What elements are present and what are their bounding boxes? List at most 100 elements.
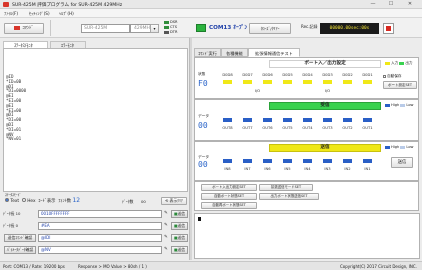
row3-edit-icon[interactable]: ✎ — [164, 235, 168, 240]
toolbar-separator — [50, 20, 51, 36]
right-output-area[interactable] — [194, 213, 420, 259]
receive-bit-indicator — [243, 118, 252, 122]
send-bit-indicator[interactable] — [303, 159, 312, 163]
menu-file[interactable]: ﾌｧｲﾙ(F) — [4, 11, 18, 17]
extended-mode-set-button[interactable]: 拡張送信モードSET — [259, 184, 313, 191]
port-status-icon — [196, 24, 206, 32]
send-bit-indicator[interactable] — [283, 159, 292, 163]
record-label: Rec.記録 — [301, 24, 318, 29]
row4-command-button[interactable]: ﾊﾟﾗﾒｰﾀﾃﾞｰﾀ確認 — [4, 246, 36, 254]
dsr-led-icon — [164, 20, 169, 24]
menu-help[interactable]: ﾍﾙﾌﾟ(H) — [59, 11, 74, 17]
receive-bit-label: OUT7 — [242, 126, 253, 130]
font-size-value[interactable]: 12 — [72, 197, 80, 204]
command-button[interactable]: ｺﾏﾝﾄﾞ — [4, 23, 44, 34]
maximize-button[interactable]: ☐ — [384, 1, 398, 8]
minimize-button[interactable]: — — [366, 1, 380, 8]
port-bit-label: D0D7 — [242, 73, 253, 77]
send-data-button[interactable]: 送信 — [391, 157, 413, 168]
send-rows: ﾃﾞｰﾀ長 10 0010FFFFFFFF ✎ ■送信 ﾃﾞｰﾀ長 0 #EA … — [0, 209, 190, 259]
row4-input[interactable]: @NV — [38, 246, 162, 254]
cursor-marker — [198, 217, 201, 221]
tab-functions[interactable]: 各種機能 — [221, 48, 248, 57]
row4-edit-icon[interactable]: ✎ — [164, 247, 168, 252]
receive-bit-indicator — [263, 118, 272, 122]
send-bit-indicator[interactable] — [243, 159, 252, 163]
auto-reset-port-button[interactable]: 自動再ポート状態SET — [201, 202, 257, 209]
send-bit-label: IN3 — [324, 167, 331, 171]
data-count-value: 00 — [141, 199, 146, 204]
pane-splitter[interactable] — [189, 38, 192, 260]
device-combo[interactable]: SUR-425M — [81, 24, 130, 33]
row1-send-label: 送信 — [177, 211, 186, 216]
send-bit-indicator[interactable] — [263, 159, 272, 163]
input-legend-label: 入力 — [391, 61, 399, 65]
send-bit-indicator[interactable] — [323, 159, 332, 163]
clear-display-label: 表示ｸﾘｱ — [169, 198, 183, 203]
port-legend: 入力 出力 — [385, 61, 413, 66]
radio-hex-label: Hex — [27, 199, 36, 204]
send-bit-label: IN8 — [224, 167, 231, 171]
row1-send-button[interactable]: ■送信 — [171, 210, 188, 218]
radio-text[interactable] — [5, 198, 9, 202]
port-bit-label: D0D3 — [322, 73, 333, 77]
row4-send-button[interactable]: ■送信 — [171, 246, 188, 254]
row3-send-button[interactable]: ■送信 — [171, 234, 188, 242]
receive-bit-indicator — [223, 118, 232, 122]
auto-save-option[interactable]: 自動保存 — [383, 74, 402, 79]
clear-icon: ⟲ — [165, 198, 169, 203]
combo-dropdown-icon[interactable]: ▾ — [150, 24, 159, 33]
row3-command-button[interactable]: 送信ｺﾏﾝﾄﾞ確認 — [4, 234, 36, 242]
auto-port-set-button[interactable]: 自動ポート状態SET — [201, 193, 257, 200]
status-copyright: Copyright(C) 2017 Circuit Design, INC. — [340, 264, 417, 269]
receive-bit-label: OUT2 — [342, 126, 353, 130]
command-button-label: ｺﾏﾝﾄﾞ — [22, 26, 34, 31]
log-output[interactable]: @ID *ID=0B @DI *DI=0000 @EI *EI=00 @EI *… — [3, 48, 188, 192]
port-bit-label: D0D6 — [262, 73, 273, 77]
row1-input[interactable]: 0010FFFFFFFF — [38, 210, 162, 218]
send-panel-header: 送信 — [269, 144, 381, 152]
receive-panel: 受信 High Low データ 00 OUT8 OUT7 OUT6 OUT5 OUT4 O… — [194, 99, 419, 141]
port-io-set-button[interactable]: ポート入出力設定SET — [201, 184, 257, 191]
auto-save-checkbox[interactable] — [383, 74, 386, 78]
row3-input[interactable]: @IDI — [38, 234, 162, 242]
radio-hex[interactable] — [21, 198, 26, 202]
app-icon — [3, 2, 9, 7]
row1-edit-icon[interactable]: ✎ — [164, 211, 168, 216]
row2-edit-icon[interactable]: ✎ — [164, 223, 168, 228]
title-bar: SUR-425M 評価プログラム for SUR-425M 429MHz — ☐… — [0, 0, 422, 9]
output-legend-icon — [399, 61, 405, 65]
send-bit-label: IN6 — [264, 167, 271, 171]
port-bit-indicator — [363, 80, 372, 84]
send-bit-indicator[interactable] — [363, 159, 372, 163]
menu-settings[interactable]: ｾｯﾃｨﾝｸﾞ(S) — [29, 11, 50, 17]
port-bit-indicator — [323, 80, 332, 84]
port-bit-indicator — [243, 80, 252, 84]
receive-bit-indicator — [303, 118, 312, 122]
close-button[interactable]: ✕ — [403, 1, 417, 8]
port-bit-indicator — [303, 80, 312, 84]
time-display: 00000.00sec:00s — [320, 23, 379, 34]
port-status: COM13 ｵｰﾌﾟﾝ — [209, 25, 248, 31]
send-bit-indicator[interactable] — [223, 159, 232, 163]
port-io-panel: ポート入／出力設定 入力 出力 状態 F0 D0D8 D0D7 D0D6 D0D5 D0… — [194, 57, 419, 99]
send-bit-label: IN1 — [364, 167, 371, 171]
high-legend-label: High — [391, 145, 400, 149]
row2-input[interactable]: #EA — [38, 222, 162, 230]
clear-display-button[interactable]: ⟲ 表示ｸﾘｱ — [161, 197, 187, 205]
tab-command-exec[interactable]: ｺﾏﾝﾄﾞ実行 — [194, 48, 221, 57]
output-port-send-button[interactable]: 出力ポート状態送信SET — [259, 193, 319, 200]
close-port-button[interactable]: ｸﾛｰｽﾞ/ｸﾘｱｰ — [249, 23, 291, 34]
low-legend-icon — [400, 103, 406, 107]
low-legend-label: Low — [406, 103, 414, 107]
row2-send-button[interactable]: ■送信 — [171, 222, 188, 230]
send-bit-indicator[interactable] — [343, 159, 352, 163]
dtr-led-icon — [164, 30, 169, 34]
log-line: *NV=01 — [6, 136, 22, 142]
port-value: F0 — [198, 79, 208, 88]
port-bit-label: D0D1 — [362, 73, 373, 77]
stop-button[interactable] — [383, 23, 394, 34]
port-set-button[interactable]: ポート設定SET — [383, 81, 417, 89]
row4-send-label: 送信 — [177, 247, 186, 252]
tab-extended-test[interactable]: 拡張情報通信テスト — [248, 48, 300, 57]
